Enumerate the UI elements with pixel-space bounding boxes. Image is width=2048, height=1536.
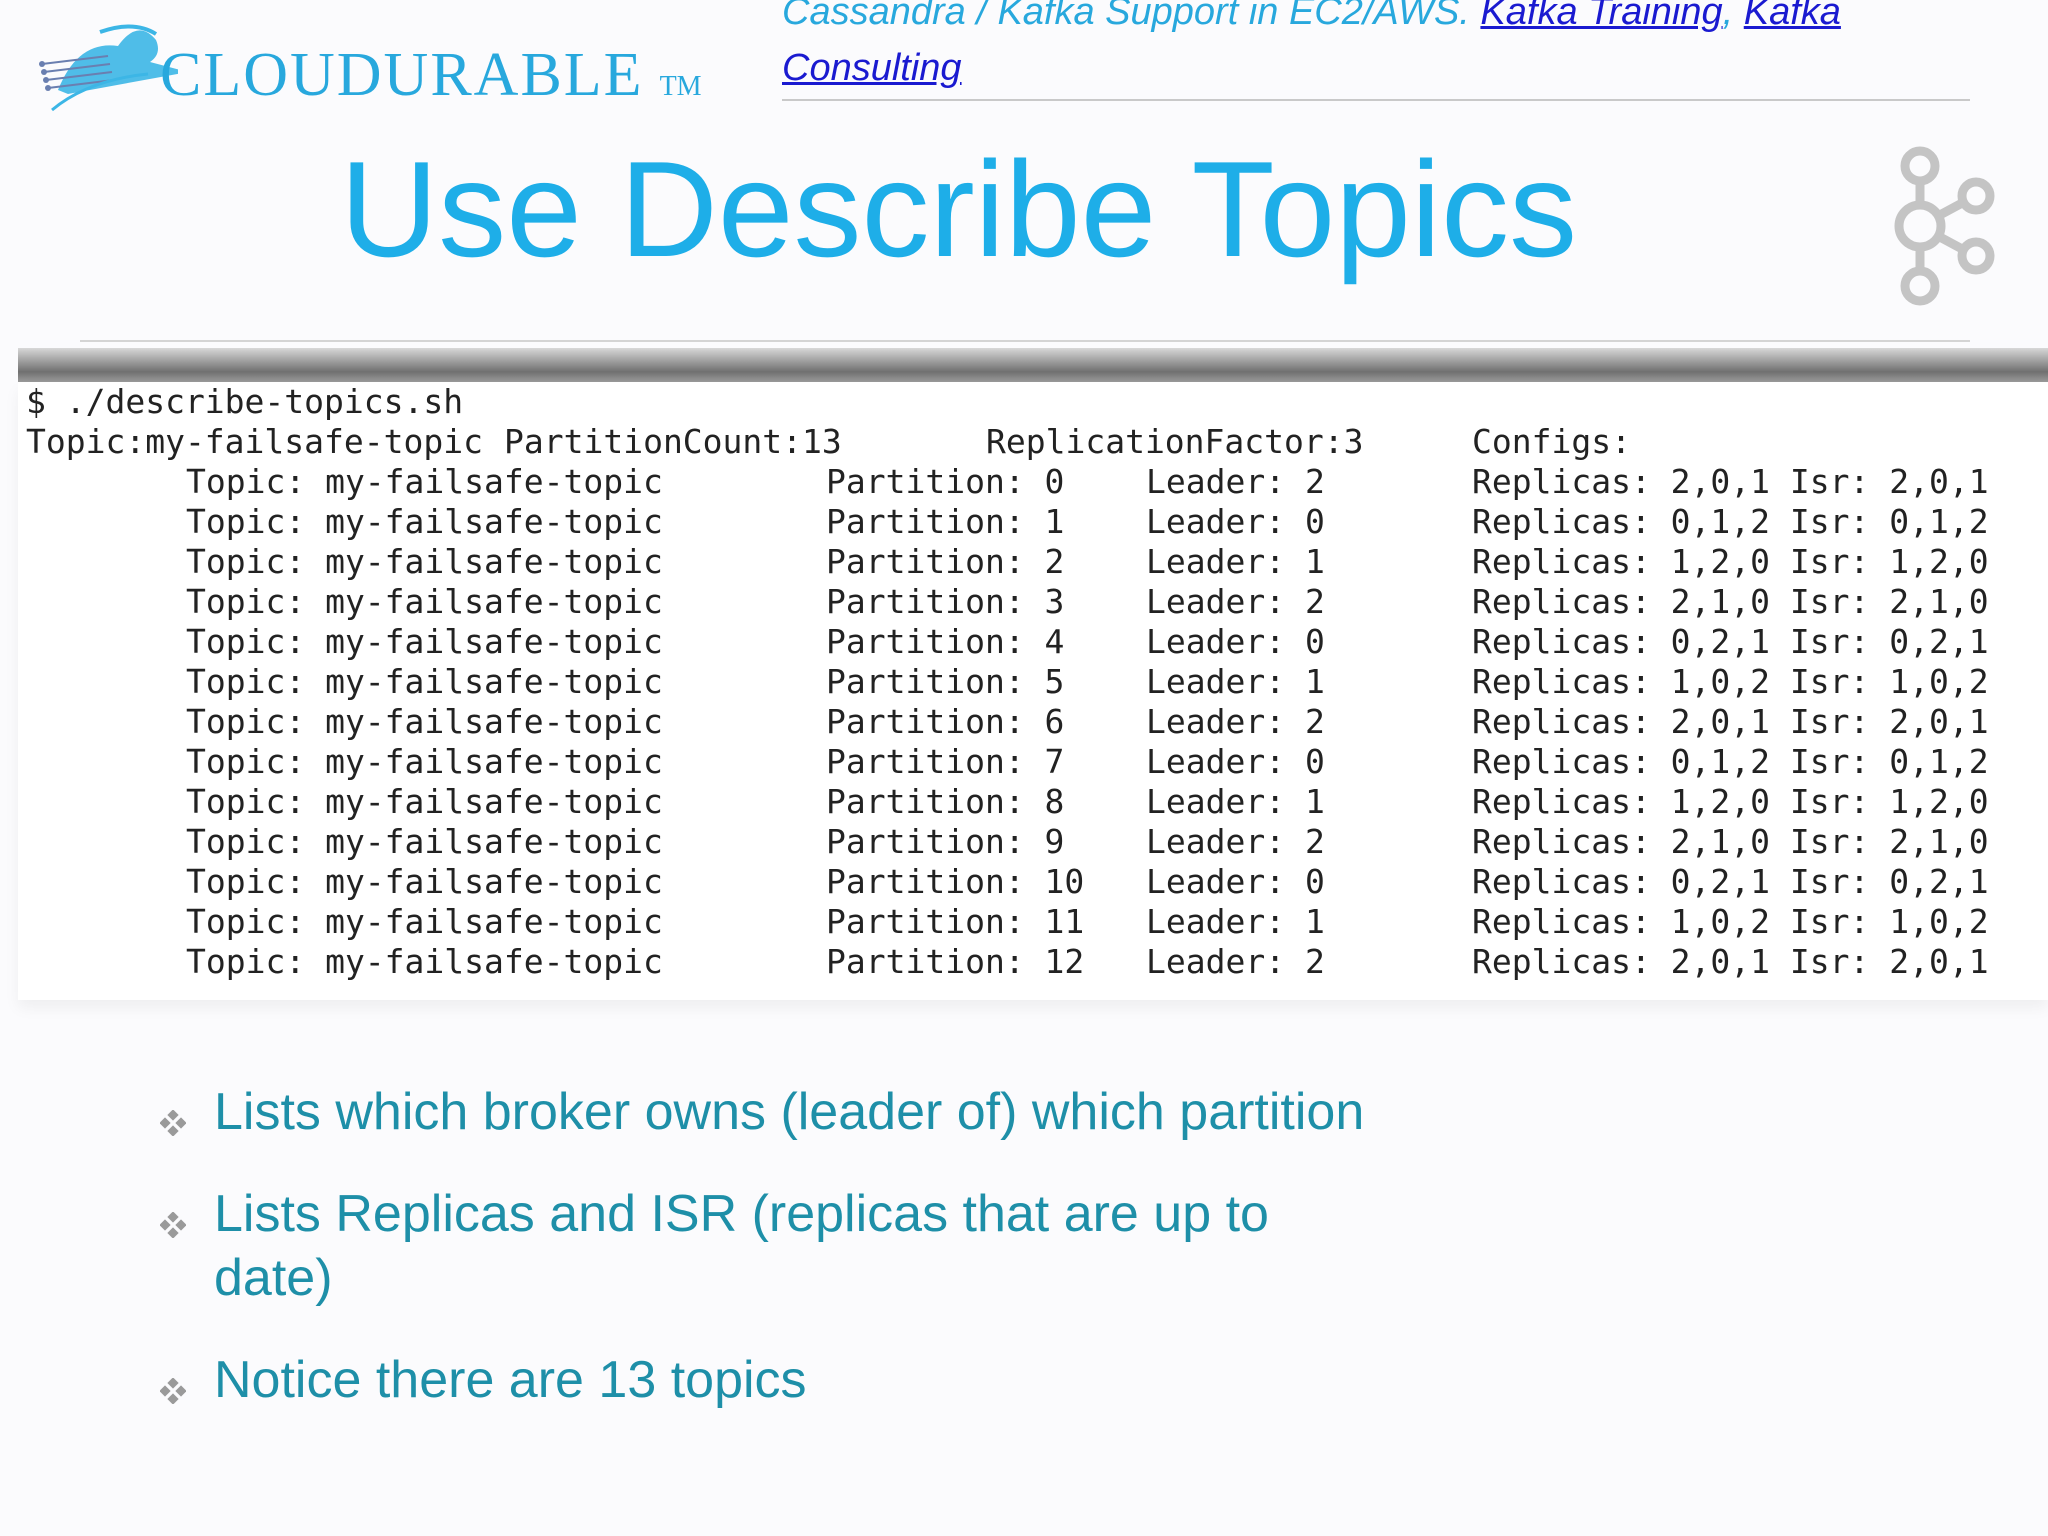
- partition-leader: Leader: 1: [1146, 782, 1325, 821]
- bullet-text: Lists which broker owns (leader of) whic…: [214, 1083, 1365, 1141]
- partition-number: Partition: 0: [826, 462, 1065, 501]
- partition-topic: Topic: my-failsafe-topic: [186, 662, 663, 701]
- terminal-partition-line: Topic: my-failsafe-topic Partition: 12 Lea…: [26, 942, 2026, 982]
- logo-wordmark: CLOUDURABLE TM: [160, 40, 702, 111]
- diamond-bullet-icon: [160, 1212, 186, 1238]
- partition-leader: Leader: 0: [1146, 862, 1325, 901]
- partition-topic: Topic: my-failsafe-topic: [186, 782, 663, 821]
- summary-configs: Configs:: [1472, 422, 1631, 461]
- terminal-output: $ ./describe-topics.sh Topic:my-failsafe…: [18, 382, 2048, 1000]
- partition-leader: Leader: 0: [1146, 742, 1325, 781]
- terminal-partition-line: Topic: my-failsafe-topic Partition: 8 Lead…: [26, 782, 2026, 822]
- partition-leader: Leader: 1: [1146, 902, 1325, 941]
- partition-replicas-isr: Replicas: 2,0,1 Isr: 2,0,1: [1472, 462, 1989, 501]
- terminal-partition-line: Topic: my-failsafe-topic Partition: 11 Lea…: [26, 902, 2026, 942]
- partition-topic: Topic: my-failsafe-topic: [186, 462, 663, 501]
- terminal-partition-line: Topic: my-failsafe-topic Partition: 7 Lead…: [26, 742, 2026, 782]
- terminal-partition-line: Topic: my-failsafe-topic Partition: 5 Lead…: [26, 662, 2026, 702]
- partition-number: Partition: 1: [826, 502, 1065, 541]
- partition-number: Partition: 4: [826, 622, 1065, 661]
- partition-number: Partition: 9: [826, 822, 1065, 861]
- title-divider: [80, 340, 1970, 342]
- partition-leader: Leader: 2: [1146, 582, 1325, 621]
- partition-topic: Topic: my-failsafe-topic: [186, 942, 663, 981]
- partition-leader: Leader: 2: [1146, 702, 1325, 741]
- partition-topic: Topic: my-failsafe-topic: [186, 582, 663, 621]
- partition-topic: Topic: my-failsafe-topic: [186, 502, 663, 541]
- cloud-logo-icon: [39, 24, 178, 112]
- partition-number: Partition: 2: [826, 542, 1065, 581]
- partition-number: Partition: 12: [826, 942, 1085, 981]
- partition-replicas-isr: Replicas: 0,2,1 Isr: 0,2,1: [1472, 862, 1989, 901]
- header-divider: [782, 99, 1970, 101]
- terminal-partition-line: Topic: my-failsafe-topic Partition: 9 Lead…: [26, 822, 2026, 862]
- partition-leader: Leader: 0: [1146, 502, 1325, 541]
- summary-replication-factor: ReplicationFactor:3: [986, 422, 1364, 461]
- partition-topic: Topic: my-failsafe-topic: [186, 702, 663, 741]
- partition-replicas-isr: Replicas: 1,2,0 Isr: 1,2,0: [1472, 782, 1989, 821]
- partition-number: Partition: 10: [826, 862, 1085, 901]
- partition-replicas-isr: Replicas: 1,2,0 Isr: 1,2,0: [1472, 542, 1989, 581]
- terminal-partition-line: Topic: my-failsafe-topic Partition: 3 Lead…: [26, 582, 2026, 622]
- partition-leader: Leader: 1: [1146, 662, 1325, 701]
- partition-replicas-isr: Replicas: 2,0,1 Isr: 2,0,1: [1472, 942, 1989, 981]
- partition-topic: Topic: my-failsafe-topic: [186, 822, 663, 861]
- terminal-title-bar: [18, 348, 2048, 382]
- terminal-partition-line: Topic: my-failsafe-topic Partition: 4 Lead…: [26, 622, 2026, 662]
- partition-topic: Topic: my-failsafe-topic: [186, 862, 663, 901]
- partition-number: Partition: 11: [826, 902, 1085, 941]
- cloudurable-logo: CLOUDURABLE TM: [38, 10, 702, 120]
- partition-leader: Leader: 0: [1146, 622, 1325, 661]
- support-text: Cassandra / Kafka Support in EC2/AWS.: [782, 0, 1481, 33]
- kafka-logo-icon: [1894, 146, 1995, 306]
- terminal-partition-line: Topic: my-failsafe-topic Partition: 2 Lead…: [26, 542, 2026, 582]
- terminal-partition-line: Topic: my-failsafe-topic Partition: 6 Lead…: [26, 702, 2026, 742]
- partition-replicas-isr: Replicas: 2,1,0 Isr: 2,1,0: [1472, 822, 1989, 861]
- partition-replicas-isr: Replicas: 0,2,1 Isr: 0,2,1: [1472, 622, 1989, 661]
- partition-number: Partition: 7: [826, 742, 1065, 781]
- partition-replicas-isr: Replicas: 0,1,2 Isr: 0,1,2: [1472, 742, 1989, 781]
- partition-replicas-isr: Replicas: 2,1,0 Isr: 2,1,0: [1472, 582, 1989, 621]
- partition-leader: Leader: 2: [1146, 462, 1325, 501]
- header-support-text: Cassandra / Kafka Support in EC2/AWS. Ka…: [782, 0, 2002, 96]
- terminal-partition-line: Topic: my-failsafe-topic Partition: 0 Lead…: [26, 462, 2026, 502]
- partition-number: Partition: 6: [826, 702, 1065, 741]
- kafka-training-link[interactable]: Kafka Training: [1480, 0, 1722, 33]
- terminal-partition-line: Topic: my-failsafe-topic Partition: 10 Lea…: [26, 862, 2026, 902]
- slide-title: Use Describe Topics: [340, 133, 1578, 285]
- link-separator: ,: [1722, 0, 1744, 33]
- terminal-command: $ ./describe-topics.sh: [26, 382, 464, 421]
- partition-replicas-isr: Replicas: 1,0,2 Isr: 1,0,2: [1472, 662, 1989, 701]
- partition-number: Partition: 3: [826, 582, 1065, 621]
- summary-partition-count: PartitionCount:13: [504, 422, 842, 461]
- diamond-bullet-icon: [160, 1378, 186, 1404]
- partition-topic: Topic: my-failsafe-topic: [186, 542, 663, 581]
- bullet-text: Lists Replicas and ISR (replicas that ar…: [214, 1185, 1269, 1307]
- logo-trademark: TM: [659, 71, 702, 102]
- partition-number: Partition: 8: [826, 782, 1065, 821]
- logo-name: CLOUDURABLE: [160, 41, 644, 109]
- partition-leader: Leader: 1: [1146, 542, 1325, 581]
- summary-topic: Topic:my-failsafe-topic: [26, 422, 483, 461]
- partition-leader: Leader: 2: [1146, 822, 1325, 861]
- partition-leader: Leader: 2: [1146, 942, 1325, 981]
- partition-topic: Topic: my-failsafe-topic: [186, 902, 663, 941]
- partition-replicas-isr: Replicas: 1,0,2 Isr: 1,0,2: [1472, 902, 1989, 941]
- partition-topic: Topic: my-failsafe-topic: [186, 742, 663, 781]
- terminal-summary-line: Topic:my-failsafe-topic PartitionCount:1…: [26, 422, 2026, 462]
- diamond-bullet-icon: [160, 1110, 186, 1136]
- partition-replicas-isr: Replicas: 2,0,1 Isr: 2,0,1: [1472, 702, 1989, 741]
- partition-topic: Topic: my-failsafe-topic: [186, 622, 663, 661]
- partition-replicas-isr: Replicas: 0,1,2 Isr: 0,1,2: [1472, 502, 1989, 541]
- terminal-partition-line: Topic: my-failsafe-topic Partition: 1 Lead…: [26, 502, 2026, 542]
- partition-number: Partition: 5: [826, 662, 1065, 701]
- bullet-text: Notice there are 13 topics: [214, 1351, 807, 1409]
